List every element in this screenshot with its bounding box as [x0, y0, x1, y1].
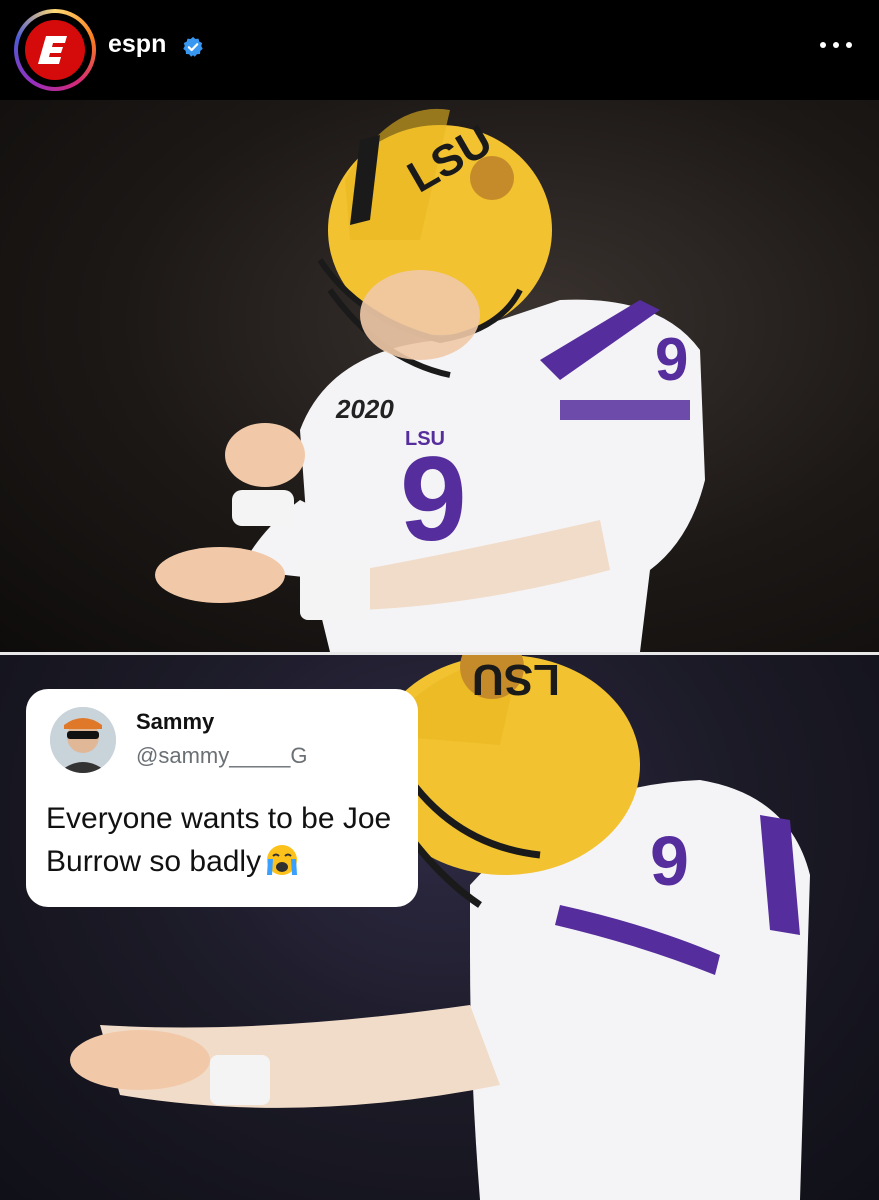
sleeve-number-bottom: 9 [650, 822, 689, 900]
more-options-icon[interactable] [816, 30, 856, 60]
tweet-text-body: Everyone wants to be Joe Burrow so badly [46, 802, 392, 878]
jersey-number-top: 9 [400, 432, 467, 566]
post-photo-top: 9 9 LSU 2020 LSU [0, 100, 879, 652]
post-username[interactable]: espn [108, 30, 166, 59]
patch-2020-text: 2020 [335, 394, 394, 424]
tweet-display-name[interactable]: Sammy [136, 709, 214, 735]
helmet-lsu-text-bottom: LSU [472, 655, 560, 704]
profile-avatar[interactable] [14, 9, 96, 91]
espn-logo-icon [25, 20, 85, 80]
tweet-card: Sammy @sammy_____G Everyone wants to be … [26, 689, 418, 907]
tweet-text: Everyone wants to be Joe Burrow so badly [46, 797, 406, 883]
post-header: espn [0, 0, 879, 100]
sleeve-number-top: 9 [655, 326, 688, 393]
verified-badge-icon [183, 36, 203, 57]
chest-lsu-text: LSU [405, 428, 445, 450]
loudly-crying-face-icon [267, 845, 298, 875]
tweet-avatar [50, 707, 116, 773]
tweet-handle[interactable]: @sammy_____G [136, 743, 308, 769]
